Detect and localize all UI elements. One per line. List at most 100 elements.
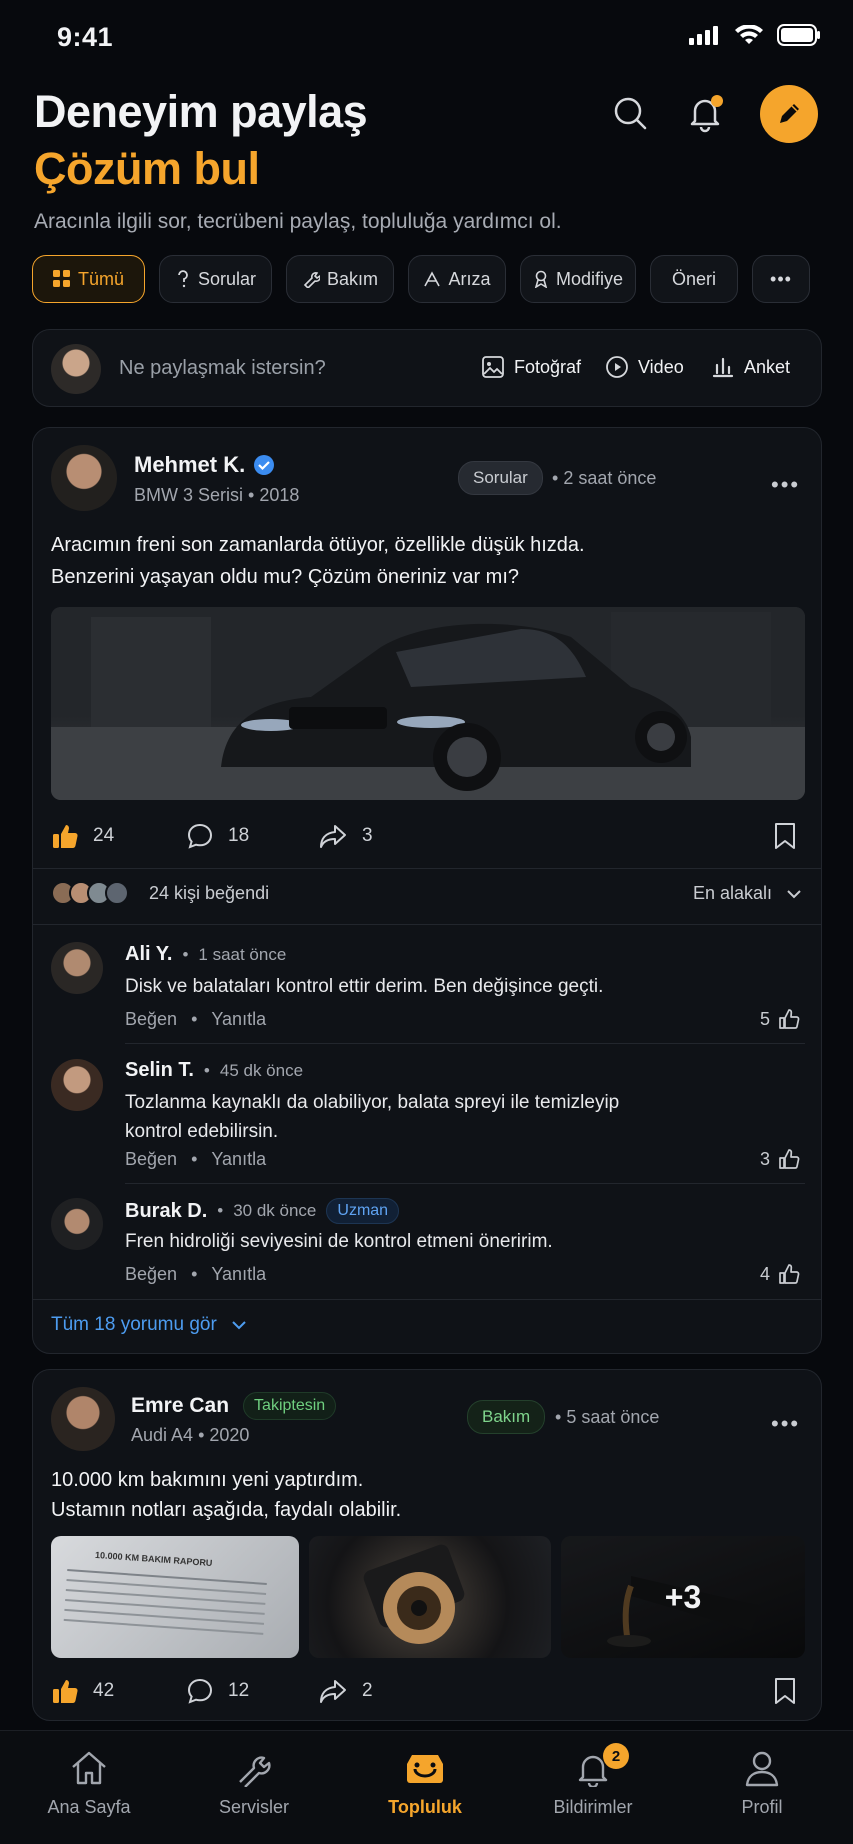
post-time-text: 5 saat önce	[566, 1407, 660, 1427]
comment-time: 1 saat önce	[198, 944, 287, 964]
filter-chip-all[interactable]: Tümü	[32, 255, 145, 303]
community-car-icon	[407, 1755, 443, 1783]
sort-dropdown[interactable]: En alakalı	[693, 883, 802, 904]
comment-icon	[187, 1678, 213, 1704]
like-count: 42	[93, 1680, 115, 1701]
filter-chip-modify[interactable]: Modifiye	[520, 255, 636, 303]
gallery-image-more[interactable]: +3	[561, 1536, 805, 1658]
status-time: 9:41	[57, 22, 114, 52]
filter-more-button[interactable]: •••	[752, 255, 810, 303]
share-count: 2	[362, 1680, 373, 1701]
author-avatar[interactable]	[51, 445, 117, 511]
comment-reply-button[interactable]: Yanıtla	[211, 1264, 266, 1285]
document-lines	[67, 1569, 267, 1585]
post-image[interactable]	[51, 607, 805, 800]
commenter-name[interactable]: Burak D.	[125, 1200, 207, 1223]
author-name[interactable]: Mehmet K.	[134, 452, 245, 478]
commenter-name[interactable]: Ali Y.	[125, 943, 172, 966]
comment-like-count[interactable]: 3	[760, 1148, 800, 1170]
nav-label: Servisler	[218, 1797, 289, 1817]
comment-reply-button[interactable]: Yanıtla	[211, 1009, 266, 1030]
nav-notifications[interactable]: Bildirimler 2	[523, 1743, 663, 1818]
post-time: • 2 saat önce	[552, 468, 657, 488]
commenter-avatar[interactable]	[51, 1059, 103, 1111]
post-card: Emre Can Takiptesin Audi A4 • 2020 Bakım…	[32, 1369, 822, 1721]
comment-like-count[interactable]: 5	[760, 1008, 800, 1030]
share-button[interactable]: 2	[318, 1677, 373, 1705]
photo-button[interactable]: Fotoğraf	[481, 355, 581, 379]
comment-like-button[interactable]: Beğen	[125, 1149, 177, 1170]
filter-chip-maintenance[interactable]: Bakım	[286, 255, 394, 303]
filter-label: Tümü	[77, 268, 124, 289]
nav-services[interactable]: Servisler	[184, 1749, 324, 1818]
bookmark-button[interactable]	[773, 1677, 797, 1710]
nav-home[interactable]: Ana Sayfa	[19, 1749, 159, 1818]
filter-chip-fault[interactable]: Arıza	[408, 255, 506, 303]
comment-text: Tozlanma kaynaklı da olabiliyor, balata …	[125, 1092, 620, 1142]
commenter-name[interactable]: Selin T.	[125, 1059, 194, 1082]
post-text: Aracımın freni son zamanlarda ötüyor, öz…	[51, 529, 811, 593]
post-composer[interactable]: Ne paylaşmak istersin? Fotoğraf Video An…	[32, 329, 822, 407]
pencil-icon	[780, 104, 799, 123]
liked-by-avatars[interactable]	[51, 881, 129, 905]
comment-like-count[interactable]: 4	[760, 1263, 800, 1285]
author-avatar[interactable]	[51, 1387, 115, 1451]
like-button[interactable]: 42	[51, 1677, 114, 1705]
post-time: • 5 saat önce	[555, 1407, 660, 1427]
page-subtitle: Aracınla ilgili sor, tecrübeni paylaş, t…	[34, 210, 562, 233]
comment-button[interactable]: 18	[186, 822, 249, 850]
comment-like-button[interactable]: Beğen	[125, 1009, 177, 1030]
gallery-image[interactable]	[309, 1536, 551, 1658]
see-all-comments-link[interactable]: Tüm 18 yorumu gör	[51, 1314, 247, 1336]
divider	[33, 924, 821, 925]
filter-label: Bakım	[326, 268, 378, 289]
comment-time: 30 dk önce	[233, 1201, 317, 1220]
car-model: Audi A4	[131, 1425, 194, 1445]
commenter-avatar[interactable]	[51, 942, 103, 994]
nav-profile[interactable]: Profil	[692, 1749, 832, 1818]
status-icons	[689, 24, 821, 46]
category-tag[interactable]: Sorular	[458, 461, 543, 495]
compose-button[interactable]	[760, 85, 818, 143]
car-model: BMW 3 Serisi	[134, 485, 244, 505]
bookmark-icon	[775, 823, 795, 849]
home-icon	[72, 1751, 106, 1785]
wrench-icon	[239, 1756, 271, 1787]
comment-reply-button[interactable]: Yanıtla	[211, 1149, 266, 1170]
search-icon	[614, 97, 647, 130]
poll-button[interactable]: Anket	[711, 355, 790, 379]
liker-avatar	[105, 881, 129, 905]
like-button[interactable]: 24	[51, 822, 114, 850]
video-button[interactable]: Video	[605, 355, 684, 379]
bottom-navigation: Ana Sayfa Servisler Topluluk Bildirimler…	[0, 1730, 853, 1844]
thumbs-up-icon	[53, 825, 78, 849]
nav-label: Topluluk	[388, 1797, 462, 1817]
nav-community[interactable]: Topluluk	[355, 1749, 495, 1818]
filter-chip-questions[interactable]: Sorular	[159, 255, 272, 303]
commenter-avatar[interactable]	[51, 1198, 103, 1250]
filter-label: Sorular	[197, 268, 257, 289]
notifications-button[interactable]	[676, 84, 734, 142]
search-button[interactable]	[601, 84, 659, 142]
filter-chip-suggestion[interactable]: Öneri	[650, 255, 738, 303]
gallery-image[interactable]: 10.000 KM BAKIM RAPORU	[51, 1536, 299, 1658]
divider	[33, 1299, 821, 1300]
post-menu-button[interactable]: •••	[771, 1411, 800, 1437]
comment-button[interactable]: 12	[186, 1677, 249, 1705]
comment-like-button[interactable]: Beğen	[125, 1264, 177, 1285]
liked-by-text[interactable]: 24 kişi beğendi	[149, 883, 269, 904]
car-year: 2020	[209, 1425, 250, 1445]
bookmark-button[interactable]	[773, 822, 797, 855]
share-button[interactable]: 3	[318, 822, 373, 850]
author-car: BMW 3 Serisi • 2018	[134, 485, 300, 505]
composer-placeholder[interactable]: Ne paylaşmak istersin?	[119, 357, 326, 380]
car-year: 2018	[259, 485, 300, 505]
post-menu-button[interactable]: •••	[771, 472, 800, 498]
photo-label: Fotoğraf	[514, 356, 582, 377]
author-name[interactable]: Emre Can	[131, 1394, 229, 1418]
user-avatar	[51, 344, 101, 394]
filter-label: Öneri	[671, 268, 716, 289]
comment-header: Ali Y. • 1 saat önce	[125, 943, 287, 966]
category-tag[interactable]: Bakım	[467, 1400, 546, 1434]
filter-label: Arıza	[448, 268, 491, 289]
